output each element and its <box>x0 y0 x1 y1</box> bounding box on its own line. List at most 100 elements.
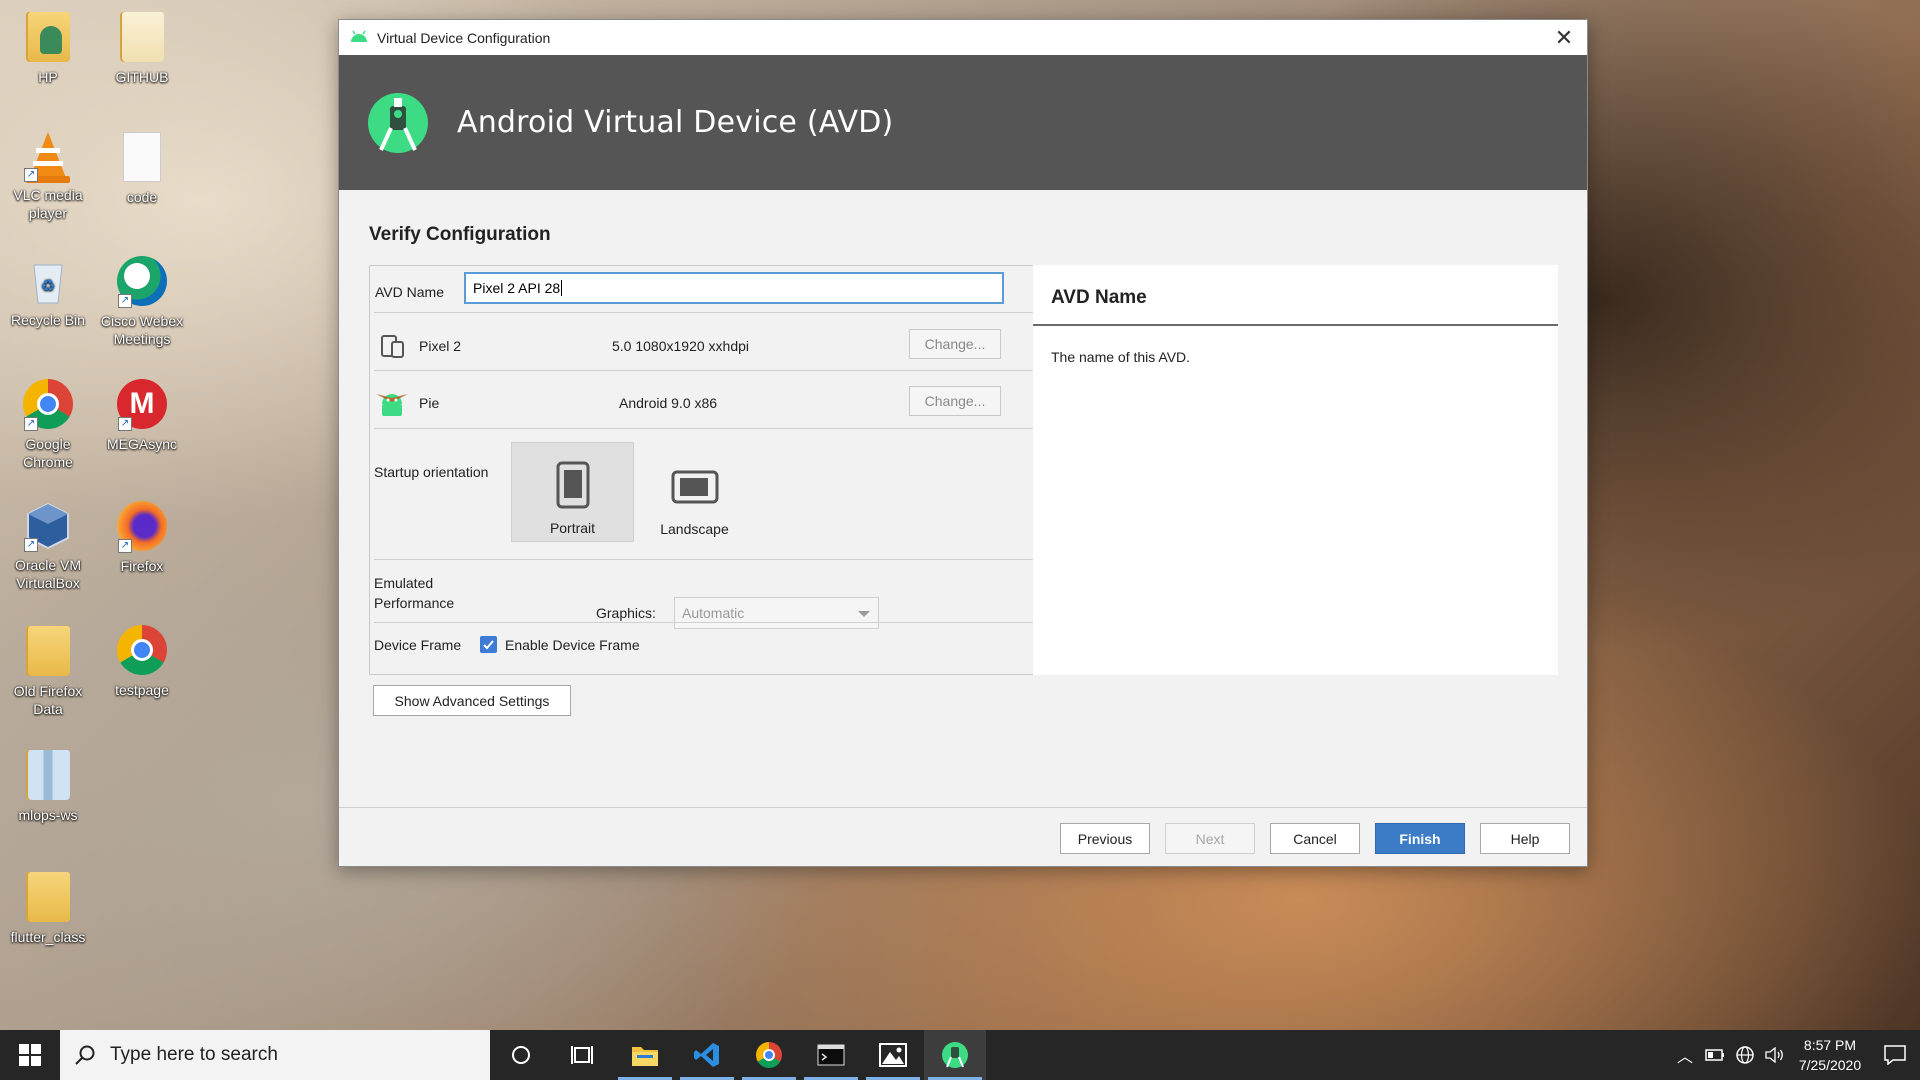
device-spec: 5.0 1080x1920 xxhdpi <box>612 338 749 354</box>
taskbar-photos[interactable] <box>862 1030 924 1080</box>
recycle-bin-icon: ♻ <box>22 255 74 307</box>
folder-icon <box>116 12 168 64</box>
user-folder-icon <box>22 12 74 64</box>
info-divider <box>1033 324 1558 326</box>
show-advanced-settings-button[interactable]: Show Advanced Settings <box>373 685 571 716</box>
webex-icon: ↗ <box>116 256 168 308</box>
help-button[interactable]: Help <box>1480 823 1570 854</box>
desktop-icon-github[interactable]: GITHUB <box>94 10 190 86</box>
chevron-up-icon: ︿ <box>1676 1049 1693 1066</box>
desktop-icon-label: Firefox <box>120 558 164 574</box>
dialog-banner: Android Virtual Device (AVD) <box>339 55 1587 190</box>
avd-name-input[interactable]: Pixel 2 API 28 <box>464 272 1004 304</box>
taskbar-android-studio[interactable] <box>924 1030 986 1080</box>
android-icon <box>349 29 369 46</box>
taskbar-terminal[interactable] <box>800 1030 862 1080</box>
desktop-icon-hp[interactable]: HP <box>0 10 96 86</box>
network-globe-icon[interactable] <box>1730 1030 1760 1080</box>
desktop-icon-virtualbox[interactable]: ↗ Oracle VM VirtualBox <box>0 500 96 592</box>
desktop-icon-label: code <box>126 189 158 205</box>
action-center-button[interactable] <box>1870 1030 1920 1080</box>
desktop-icon-recycle-bin[interactable]: ♻ Recycle Bin <box>0 255 96 329</box>
enable-device-frame-label[interactable]: Enable Device Frame <box>505 637 640 653</box>
file-icon <box>116 132 168 184</box>
taskbar-clock[interactable]: 8:57 PM 7/25/2020 <box>1790 1035 1870 1075</box>
previous-button[interactable]: Previous <box>1060 823 1150 854</box>
device-icon <box>380 333 406 364</box>
landscape-label: Landscape <box>660 521 729 537</box>
finish-button[interactable]: Finish <box>1375 823 1465 854</box>
close-icon: ✕ <box>1554 24 1574 50</box>
start-button[interactable] <box>0 1030 60 1080</box>
show-hidden-icons-button[interactable]: ︿ <box>1670 1030 1700 1080</box>
portrait-option[interactable]: Portrait <box>511 442 634 542</box>
desktop-icon-testpage[interactable]: testpage <box>94 624 190 699</box>
android-studio-icon <box>942 1042 968 1068</box>
change-device-button[interactable]: Change... <box>909 329 1001 359</box>
desktop-icon-vlc[interactable]: ↗ VLC media player <box>0 130 96 222</box>
taskbar-vscode[interactable] <box>676 1030 738 1080</box>
desktop-icon-label: testpage <box>115 682 169 698</box>
enable-device-frame-checkbox[interactable] <box>480 636 497 653</box>
system-tray: ︿ 8:57 PM 7/25/2020 <box>1670 1030 1920 1080</box>
clock-time: 8:57 PM <box>1803 1037 1857 1053</box>
graphics-label: Graphics: <box>596 605 656 621</box>
change-system-image-button[interactable]: Change... <box>909 386 1001 416</box>
device-name: Pixel 2 <box>419 338 462 354</box>
volume-icon[interactable] <box>1760 1030 1790 1080</box>
cortana-icon <box>512 1046 530 1064</box>
desktop-icon-webex[interactable]: ↗ Cisco Webex Meetings <box>94 255 190 348</box>
taskbar-chrome[interactable] <box>738 1030 800 1080</box>
desktop-icon-label: Google Chrome <box>23 436 73 470</box>
desktop-icon-megasync[interactable]: M ↗ MEGAsync <box>94 378 190 453</box>
chevron-down-icon <box>858 611 870 617</box>
graphics-select[interactable]: Automatic <box>674 597 879 629</box>
banner-title: Android Virtual Device (AVD) <box>457 105 894 140</box>
folder-icon <box>22 872 74 924</box>
emulated-performance-label: Emulated Performance <box>374 575 455 611</box>
section-title: Verify Configuration <box>369 224 551 245</box>
desktop-icon-mlops-ws[interactable]: mlops-ws <box>0 748 96 824</box>
desktop-icon-label: VLC media player <box>13 187 83 221</box>
taskbar: Type here to search ︿ 8:57 PM 7/25/2020 <box>0 1030 1920 1080</box>
desktop-icon-label: MEGAsync <box>106 436 177 452</box>
startup-orientation-label: Startup orientation <box>374 464 489 480</box>
desktop-icon-label: GITHUB <box>115 69 169 85</box>
chrome-icon <box>116 625 168 677</box>
chrome-icon: ↗ <box>22 379 74 431</box>
vscode-icon <box>694 1043 719 1067</box>
terminal-icon <box>817 1044 845 1066</box>
graphics-select-value: Automatic <box>682 605 745 621</box>
desktop-icon-old-firefox-data[interactable]: Old Firefox Data <box>0 624 96 718</box>
desktop-icon-code[interactable]: code <box>94 130 190 206</box>
task-view-button[interactable] <box>552 1030 614 1080</box>
task-view-icon <box>571 1046 593 1064</box>
landscape-option[interactable]: Landscape <box>633 442 756 542</box>
photos-icon <box>879 1043 907 1067</box>
avd-name-value: Pixel 2 API 28 <box>473 280 561 296</box>
zip-folder-icon <box>22 750 74 802</box>
desktop-icon-label: Recycle Bin <box>11 312 85 328</box>
taskbar-search-box[interactable]: Type here to search <box>60 1030 490 1080</box>
desktop-icon-google-chrome[interactable]: ↗ Google Chrome <box>0 378 96 471</box>
checkmark-icon <box>483 640 494 650</box>
battery-icon[interactable] <box>1700 1030 1730 1080</box>
portrait-phone-icon <box>556 461 590 512</box>
file-explorer-icon <box>632 1047 658 1066</box>
next-button[interactable]: Next <box>1165 823 1255 854</box>
search-icon <box>75 1045 95 1065</box>
cancel-button[interactable]: Cancel <box>1270 823 1360 854</box>
vlc-icon: ↗ <box>22 130 74 183</box>
taskbar-file-explorer[interactable] <box>614 1030 676 1080</box>
android-pie-icon <box>374 384 410 423</box>
firefox-icon: ↗ <box>116 501 168 553</box>
portrait-label: Portrait <box>549 520 596 536</box>
info-text: The name of this AVD. <box>1051 349 1191 365</box>
cortana-button[interactable] <box>490 1030 552 1080</box>
clock-date: 7/25/2020 <box>1798 1057 1862 1073</box>
close-button[interactable]: ✕ <box>1541 20 1587 55</box>
desktop-icon-firefox[interactable]: ↗ Firefox <box>94 500 190 575</box>
dialog-titlebar: Virtual Device Configuration ✕ <box>339 20 1587 55</box>
desktop-icon-flutter-class[interactable]: flutter_class <box>0 870 96 946</box>
desktop-icon-label: Old Firefox Data <box>13 683 83 717</box>
